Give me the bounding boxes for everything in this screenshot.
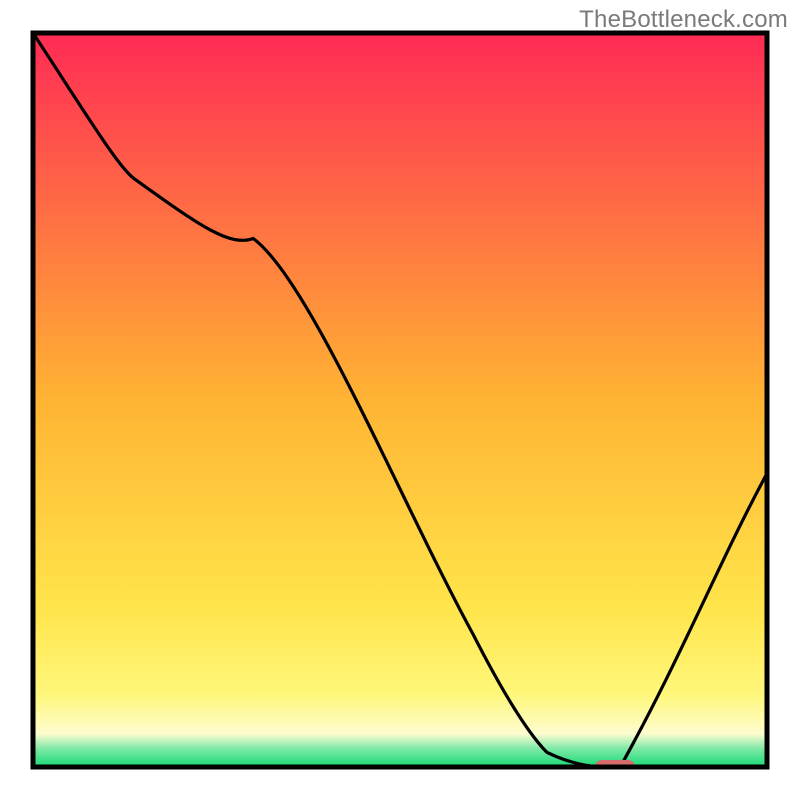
watermark-text: TheBottleneck.com <box>579 6 788 34</box>
chart-container: TheBottleneck.com <box>0 0 800 800</box>
bottleneck-chart <box>0 0 800 800</box>
chart-background <box>33 33 767 767</box>
